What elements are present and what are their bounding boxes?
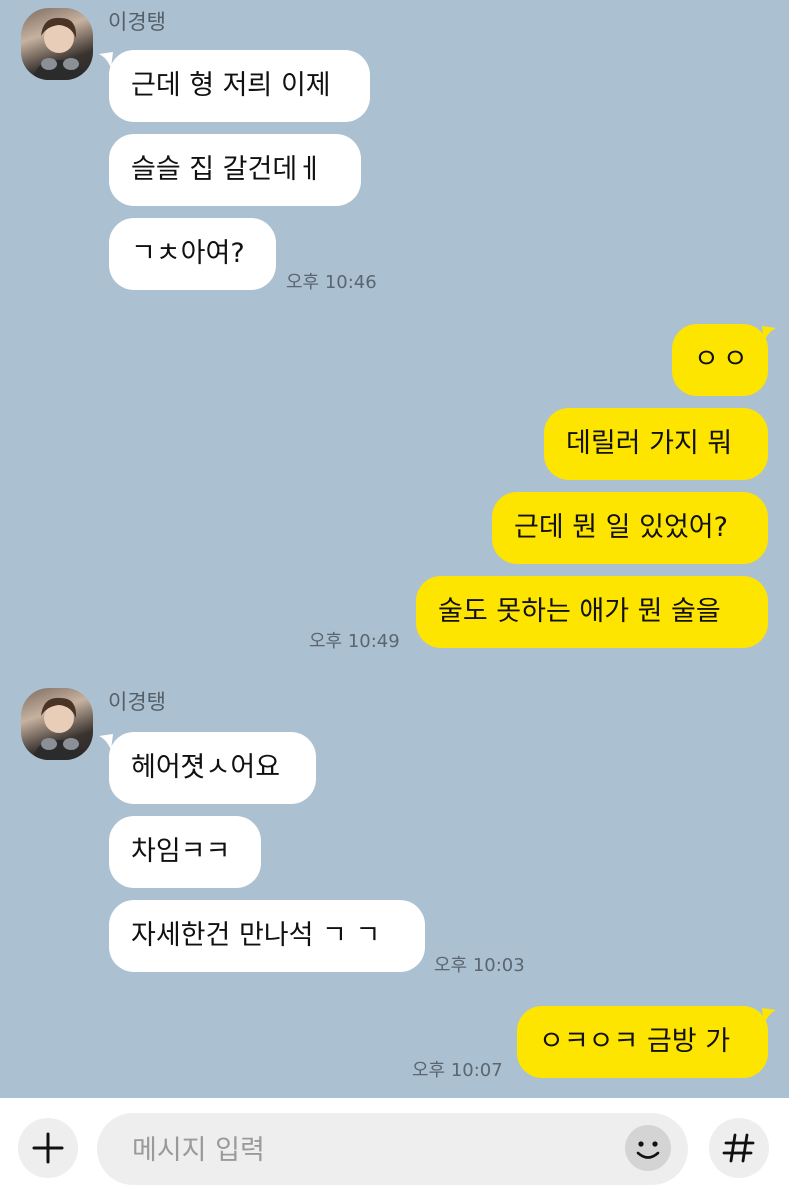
avatar-image xyxy=(33,697,85,760)
hash-button[interactable] xyxy=(709,1118,769,1178)
message-bubble-outgoing[interactable]: 술도 못하는 애가 뭔 술을 xyxy=(416,576,768,648)
message-input-placeholder: 메시지 입력 xyxy=(132,1135,265,1166)
message-bubble-incoming[interactable]: 슬슬 집 갈건데ㅔ xyxy=(109,134,361,206)
message-bubble-incoming[interactable]: 헤어졋ㅅ어요 xyxy=(109,732,316,804)
message-bubble-incoming[interactable]: ㄱㅊ아여? xyxy=(109,218,276,290)
message-bubble-outgoing[interactable]: ㅇㅋㅇㅋ 금방 가 xyxy=(517,1006,768,1078)
message-bubble-incoming[interactable]: 차임ㅋㅋ xyxy=(109,816,261,888)
avatar-image xyxy=(33,17,85,80)
message-bubble-outgoing[interactable]: ㅇㅇ xyxy=(672,324,768,396)
sender-name: 이경탱 xyxy=(108,10,166,34)
message-timestamp: 오후 10:07 xyxy=(412,1060,503,1081)
emoji-button[interactable] xyxy=(624,1124,672,1172)
add-button[interactable] xyxy=(18,1118,78,1178)
avatar[interactable] xyxy=(21,8,93,80)
message-bubble-outgoing[interactable]: 근데 뭔 일 있었어? xyxy=(492,492,768,564)
message-timestamp: 오후 10:03 xyxy=(434,955,525,976)
smiley-icon xyxy=(625,1125,671,1171)
hash-icon xyxy=(722,1133,755,1163)
message-timestamp: 오후 10:46 xyxy=(286,272,377,293)
avatar[interactable] xyxy=(21,688,93,760)
message-bubble-incoming[interactable]: 근데 형 저릐 이제 xyxy=(109,50,370,122)
plus-icon xyxy=(32,1132,64,1164)
sender-name: 이경탱 xyxy=(108,690,166,714)
message-bubble-incoming[interactable]: 자세한건 만나석 ㄱ ㄱ xyxy=(109,900,425,972)
message-bubble-outgoing[interactable]: 데릴러 가지 뭐 xyxy=(544,408,768,480)
message-timestamp: 오후 10:49 xyxy=(309,631,400,652)
